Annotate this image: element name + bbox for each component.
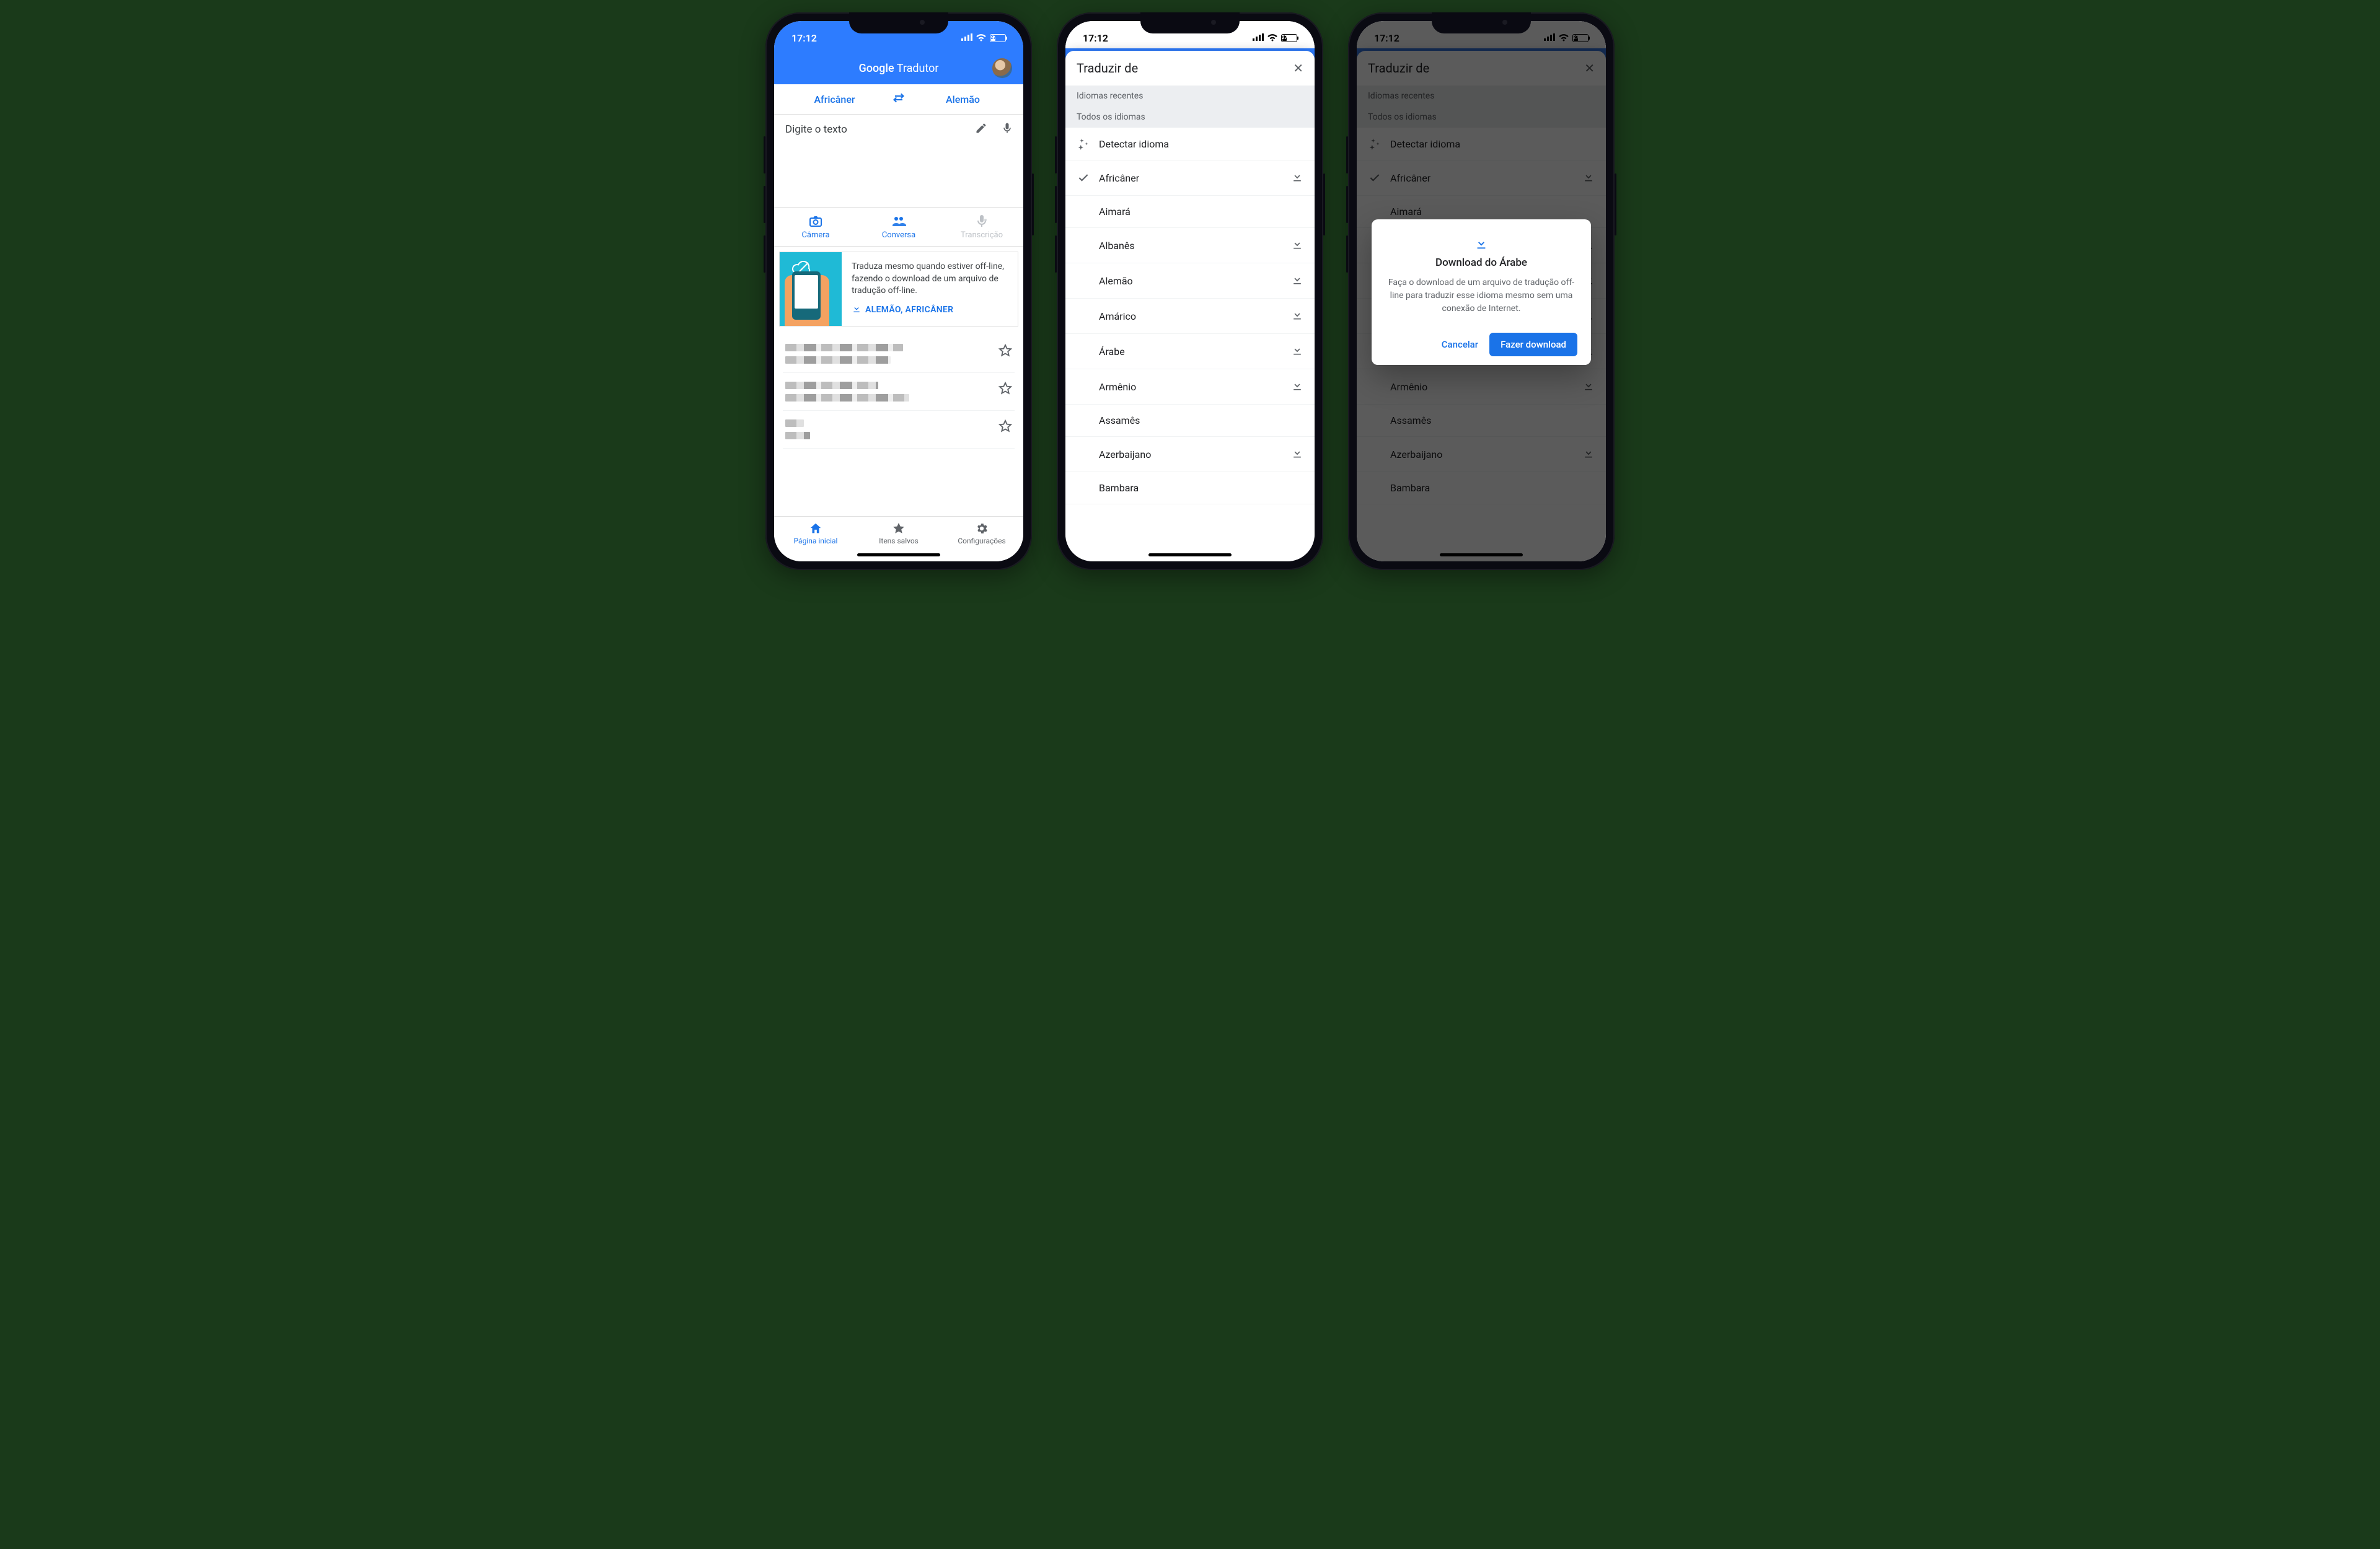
history-item[interactable] <box>783 411 1015 449</box>
section-recent: Idiomas recentes <box>1065 86 1315 107</box>
notch <box>1140 12 1240 33</box>
language-row[interactable]: Alemão <box>1065 263 1315 299</box>
confirm-download-button[interactable]: Fazer download <box>1489 333 1577 356</box>
signal-icon <box>961 32 972 44</box>
language-name: Aimará <box>1099 206 1303 217</box>
auto-detect-icon <box>1077 138 1090 150</box>
handwriting-icon[interactable] <box>975 122 987 138</box>
history-item[interactable] <box>783 373 1015 411</box>
screen-language-picker: 17:12 27 Traduzir de ✕ Idiomas recentes … <box>1065 21 1315 561</box>
app-title: Google Tradutor <box>858 62 938 75</box>
status-time: 17:12 <box>1083 32 1108 44</box>
language-name: Alemão <box>1099 275 1282 287</box>
language-bar: Africâner Alemão <box>774 84 1023 115</box>
download-icon[interactable] <box>1291 170 1303 185</box>
notch <box>849 12 948 33</box>
download-icon[interactable] <box>1291 379 1303 394</box>
language-row[interactable]: Assamês <box>1065 405 1315 437</box>
language-name: Albanês <box>1099 240 1282 252</box>
app-header: Google Tradutor <box>774 52 1023 84</box>
dialog-title: Download do Árabe <box>1385 257 1577 269</box>
status-icons: 27 <box>961 32 1006 44</box>
status-time: 17:12 <box>791 32 817 44</box>
phone-1: 17:12 27 Google Tradutor Africâner Alemã… <box>765 12 1032 570</box>
battery-icon: 27 <box>1281 34 1297 42</box>
promo-illustration <box>780 252 842 326</box>
microphone-icon[interactable] <box>1001 122 1013 138</box>
star-icon[interactable] <box>998 382 1012 398</box>
signal-icon <box>1253 32 1264 44</box>
language-name: Bambara <box>1099 482 1303 494</box>
download-icon[interactable] <box>1291 344 1303 359</box>
offline-promo-card[interactable]: Traduza mesmo quando estiver off-line, f… <box>779 252 1018 327</box>
status-icons: 27 <box>1253 32 1297 44</box>
wifi-icon <box>1267 32 1278 44</box>
home-indicator[interactable] <box>1440 553 1523 556</box>
download-icon[interactable] <box>1291 273 1303 288</box>
language-row[interactable]: Amárico <box>1065 299 1315 334</box>
download-icon[interactable] <box>1291 238 1303 253</box>
download-dialog: Download do Árabe Faça o download de um … <box>1372 219 1591 365</box>
mode-row: Câmera Conversa Transcrição <box>774 208 1023 247</box>
home-indicator[interactable] <box>857 553 940 556</box>
detect-language-row[interactable]: Detectar idioma <box>1065 128 1315 160</box>
language-name: Armênio <box>1099 381 1282 393</box>
swap-languages-icon[interactable] <box>889 93 909 105</box>
section-all: Todos os idiomas <box>1065 107 1315 128</box>
sheet-title: Traduzir de <box>1077 61 1138 76</box>
screen-home: 17:12 27 Google Tradutor Africâner Alemã… <box>774 21 1023 561</box>
download-icon[interactable] <box>1291 309 1303 323</box>
download-icon <box>1385 237 1577 253</box>
language-row[interactable]: Armênio <box>1065 369 1315 405</box>
check-icon <box>1077 172 1090 184</box>
input-placeholder: Digite o texto <box>785 123 847 136</box>
mode-conversation[interactable]: Conversa <box>857 208 940 246</box>
language-row[interactable]: Árabe <box>1065 334 1315 369</box>
download-icon <box>852 304 862 318</box>
screen-download-dialog: 17:12 27 Traduzir de ✕ Idiomas recentes … <box>1357 21 1606 561</box>
language-row[interactable]: Azerbaijano <box>1065 437 1315 472</box>
star-icon[interactable] <box>998 344 1012 360</box>
target-language[interactable]: Alemão <box>909 94 1017 105</box>
phone-2: 17:12 27 Traduzir de ✕ Idiomas recentes … <box>1057 12 1323 570</box>
promo-text: Traduza mesmo quando estiver off-line, f… <box>842 252 1018 326</box>
language-name: Árabe <box>1099 346 1282 358</box>
close-icon[interactable]: ✕ <box>1293 61 1303 76</box>
language-row[interactable]: Africâner <box>1065 160 1315 196</box>
mode-camera[interactable]: Câmera <box>774 208 857 246</box>
language-row[interactable]: Albanês <box>1065 228 1315 263</box>
cancel-button[interactable]: Cancelar <box>1442 339 1478 350</box>
language-name: Amárico <box>1099 310 1282 322</box>
download-icon[interactable] <box>1291 447 1303 462</box>
tab-saved[interactable]: Itens salvos <box>857 522 940 545</box>
language-name: Azerbaijano <box>1099 449 1282 460</box>
history-item[interactable] <box>783 335 1015 373</box>
language-name: Africâner <box>1099 172 1282 184</box>
language-sheet: Traduzir de ✕ Idiomas recentes Todos os … <box>1065 51 1315 561</box>
text-input-area[interactable]: Digite o texto <box>774 115 1023 208</box>
language-row[interactable]: Bambara <box>1065 472 1315 504</box>
account-avatar[interactable] <box>992 58 1012 78</box>
language-row[interactable]: Aimará <box>1065 196 1315 228</box>
home-indicator[interactable] <box>1148 553 1232 556</box>
tab-settings[interactable]: Configurações <box>940 522 1023 545</box>
source-language[interactable]: Africâner <box>780 94 889 105</box>
promo-download-link[interactable]: ALEMÃO, AFRICÂNER <box>852 304 1008 318</box>
history-list <box>774 331 1023 452</box>
dialog-body: Faça o download de um arquivo de traduçã… <box>1385 276 1577 315</box>
wifi-icon <box>976 32 987 44</box>
phone-3: 17:12 27 Traduzir de ✕ Idiomas recentes … <box>1348 12 1615 570</box>
language-name: Assamês <box>1099 415 1303 426</box>
battery-icon: 27 <box>990 34 1006 42</box>
star-icon[interactable] <box>998 419 1012 436</box>
tab-home[interactable]: Página inicial <box>774 522 857 545</box>
sheet-header: Traduzir de ✕ <box>1065 51 1315 86</box>
notch <box>1432 12 1531 33</box>
mode-transcription[interactable]: Transcrição <box>940 208 1023 246</box>
